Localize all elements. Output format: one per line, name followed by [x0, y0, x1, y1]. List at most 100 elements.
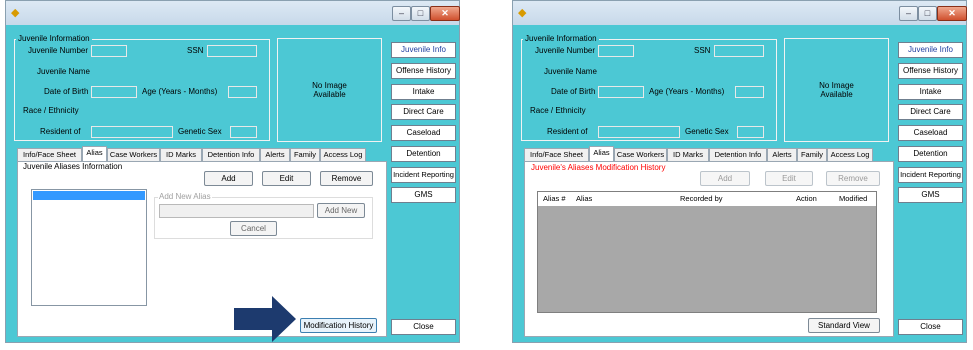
edit-button[interactable]: Edit [765, 171, 813, 186]
right-arrow-icon [234, 296, 296, 342]
resident-of-field[interactable] [598, 126, 680, 138]
cancel-button[interactable]: Cancel [230, 221, 277, 236]
minimize-icon[interactable]: – [392, 6, 411, 21]
caseload-button[interactable]: Caseload [898, 125, 963, 141]
tab-alias[interactable]: Alias [82, 146, 107, 161]
remove-button[interactable]: Remove [826, 171, 880, 186]
genetic-sex-field[interactable] [737, 126, 764, 138]
tab-access-log[interactable]: Access Log [320, 148, 366, 161]
tab-case-workers[interactable]: Case Workers [107, 148, 160, 161]
tab-id-marks[interactable]: ID Marks [667, 148, 709, 161]
close-icon[interactable]: ✕ [430, 6, 460, 21]
juvenile-info-button[interactable]: Juvenile Info [391, 42, 456, 58]
tab-alias[interactable]: Alias [589, 146, 614, 161]
juvenile-number-field[interactable] [598, 45, 634, 57]
photo-placeholder: No Image Available [277, 38, 382, 142]
direct-care-button[interactable]: Direct Care [898, 104, 963, 120]
offense-history-button[interactable]: Offense History [391, 63, 456, 79]
genetic-sex-label: Genetic Sex [685, 127, 729, 136]
close-button[interactable]: Close [898, 319, 963, 335]
maximize-icon[interactable]: □ [918, 6, 937, 21]
incident-reporting-button[interactable]: Incident Reporting [898, 167, 963, 183]
column-action[interactable]: Action [796, 194, 817, 203]
age-field[interactable] [228, 86, 257, 98]
add-button[interactable]: Add [204, 171, 253, 186]
ssn-field[interactable] [714, 45, 764, 57]
juvenile-name-field[interactable] [598, 66, 764, 78]
ssn-label: SSN [187, 46, 204, 55]
offense-history-button[interactable]: Offense History [898, 63, 963, 79]
column-modified[interactable]: Modified [839, 194, 867, 203]
grid-header: Alias # Alias Recorded by Action Modifie… [538, 192, 876, 206]
genetic-sex-label: Genetic Sex [178, 127, 222, 136]
ssn-label: SSN [694, 46, 711, 55]
date-of-birth-field[interactable] [91, 86, 137, 98]
age-field[interactable] [735, 86, 764, 98]
tab-alerts[interactable]: Alerts [767, 148, 797, 161]
maximize-icon[interactable]: □ [411, 6, 430, 21]
intake-button[interactable]: Intake [898, 84, 963, 100]
remove-button[interactable]: Remove [320, 171, 373, 186]
add-button[interactable]: Add [700, 171, 750, 186]
modification-history-button[interactable]: Modification History [300, 318, 377, 333]
juvenile-name-field[interactable] [91, 66, 257, 78]
alias-list[interactable] [31, 189, 147, 306]
direct-care-button[interactable]: Direct Care [391, 104, 456, 120]
tab-access-log[interactable]: Access Log [827, 148, 873, 161]
detention-button[interactable]: Detention [898, 146, 963, 162]
left-window: ◆ – □ ✕ Juvenile Information Juvenile Nu… [5, 0, 460, 343]
minimize-icon[interactable]: – [899, 6, 918, 21]
age-label: Age (Years - Months) [142, 87, 218, 96]
caseload-button[interactable]: Caseload [391, 125, 456, 141]
standard-view-button[interactable]: Standard View [808, 318, 880, 333]
selected-list-item[interactable] [33, 191, 145, 200]
juvenile-name-label: Juvenile Name [37, 67, 90, 76]
tab-id-marks[interactable]: ID Marks [160, 148, 202, 161]
tab-info-face-sheet[interactable]: Info/Face Sheet [17, 148, 82, 161]
date-of-birth-label: Date of Birth [551, 87, 596, 96]
tab-detention-info[interactable]: Detention Info [202, 148, 260, 161]
photo-placeholder: No Image Available [784, 38, 889, 142]
gms-button[interactable]: GMS [391, 187, 456, 203]
title-bar: ◆ – □ ✕ [6, 1, 460, 25]
race-ethnicity-label: Race / Ethnicity [530, 106, 586, 115]
juvenile-number-label: Juvenile Number [535, 46, 596, 55]
tab-info-face-sheet[interactable]: Info/Face Sheet [524, 148, 589, 161]
tab-case-workers[interactable]: Case Workers [614, 148, 667, 161]
tab-alerts[interactable]: Alerts [260, 148, 290, 161]
app-icon: ◆ [11, 7, 20, 19]
ssn-field[interactable] [207, 45, 257, 57]
tab-family[interactable]: Family [290, 148, 320, 161]
edit-button[interactable]: Edit [262, 171, 311, 186]
race-ethnicity-field[interactable] [91, 105, 257, 117]
tab-family[interactable]: Family [797, 148, 827, 161]
juvenile-number-field[interactable] [91, 45, 127, 57]
race-ethnicity-label: Race / Ethnicity [23, 106, 79, 115]
gms-button[interactable]: GMS [898, 187, 963, 203]
date-of-birth-label: Date of Birth [44, 87, 89, 96]
title-bar: ◆ – □ ✕ [513, 1, 967, 25]
age-label: Age (Years - Months) [649, 87, 725, 96]
resident-of-field[interactable] [91, 126, 173, 138]
detention-button[interactable]: Detention [391, 146, 456, 162]
race-ethnicity-field[interactable] [598, 105, 764, 117]
intake-button[interactable]: Intake [391, 84, 456, 100]
close-icon[interactable]: ✕ [937, 6, 967, 21]
date-of-birth-field[interactable] [598, 86, 644, 98]
juvenile-info-button[interactable]: Juvenile Info [898, 42, 963, 58]
close-button[interactable]: Close [391, 319, 456, 335]
column-recorded-by[interactable]: Recorded by [680, 194, 723, 203]
new-alias-input[interactable] [159, 204, 314, 218]
incident-reporting-button[interactable]: Incident Reporting [391, 167, 456, 183]
modification-history-grid[interactable]: Alias # Alias Recorded by Action Modifie… [537, 191, 877, 313]
add-new-button[interactable]: Add New [317, 203, 365, 218]
tab-strip: Info/Face Sheet Alias Case Workers ID Ma… [524, 146, 894, 162]
genetic-sex-field[interactable] [230, 126, 257, 138]
panel-title: Juvenile's Aliases Modification History [531, 163, 666, 172]
tab-strip: Info/Face Sheet Alias Case Workers ID Ma… [17, 146, 387, 162]
juvenile-number-label: Juvenile Number [28, 46, 89, 55]
tab-detention-info[interactable]: Detention Info [709, 148, 767, 161]
column-alias[interactable]: Alias [576, 194, 592, 203]
column-alias-number[interactable]: Alias # [543, 194, 566, 203]
group-title: Juvenile Information [523, 34, 599, 43]
